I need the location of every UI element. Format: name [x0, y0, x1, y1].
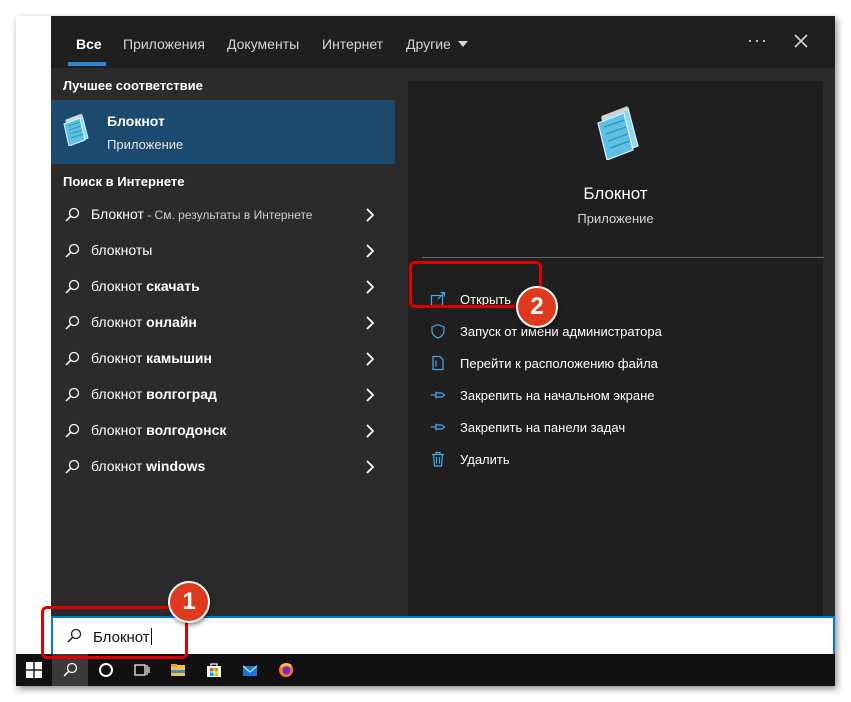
tab-more[interactable]: Другие	[406, 34, 468, 54]
chevron-down-icon	[457, 41, 468, 47]
search-panel: Все Приложения Документы Интернет Другие…	[51, 16, 835, 616]
notepad-icon	[63, 113, 89, 146]
web-suggestion-item[interactable]: блокнот windows	[51, 449, 395, 485]
search-icon	[65, 279, 80, 294]
chevron-right-icon[interactable]	[365, 208, 375, 222]
suggestion-completion: онлайн	[146, 314, 197, 330]
chevron-right-icon[interactable]	[365, 424, 375, 438]
action-pin-to-taskbar-label: Закрепить на панели задач	[460, 420, 626, 435]
annotation-highlight-search	[41, 606, 188, 659]
annotation-badge: 2	[516, 286, 558, 328]
active-tab-indicator	[68, 62, 106, 66]
task-view-icon	[134, 664, 150, 676]
store-icon	[207, 663, 221, 677]
divider	[422, 257, 824, 258]
suggestion-query: блокнот	[91, 278, 147, 294]
chevron-right-icon[interactable]	[365, 280, 375, 294]
tab-apps[interactable]: Приложения	[123, 34, 205, 54]
suggestion-query: блокноты	[91, 242, 153, 258]
chevron-right-icon[interactable]	[365, 352, 375, 366]
tab-all[interactable]: Все	[76, 34, 102, 54]
chevron-right-icon[interactable]	[365, 460, 375, 474]
trash-icon	[432, 451, 444, 467]
search-icon	[65, 351, 80, 366]
best-match-name: Блокнот	[107, 113, 165, 129]
suggestion-query: блокнот	[91, 422, 147, 438]
suggestion-completion: windows	[146, 458, 206, 474]
web-search-heading: Поиск в Интернете	[63, 174, 185, 189]
web-suggestion-text: блокноты	[91, 242, 152, 258]
close-icon[interactable]	[793, 33, 809, 49]
start-menu-search-window: Все Приложения Документы Интернет Другие…	[16, 16, 835, 686]
store-button[interactable]	[196, 654, 232, 686]
web-suggestion-item[interactable]: блокнот волгодонск	[51, 413, 395, 449]
web-suggestion-text: блокнот онлайн	[91, 314, 197, 330]
web-suggestion-text: блокнот волгодонск	[91, 422, 226, 438]
web-suggestion-text: блокнот камышин	[91, 350, 212, 366]
tab-web[interactable]: Интернет	[322, 34, 383, 54]
web-suggestion-item[interactable]: блокнот скачать	[51, 269, 395, 305]
tab-documents[interactable]: Документы	[227, 34, 299, 54]
action-uninstall-label: Удалить	[460, 452, 510, 467]
suggestion-query: блокнот	[91, 314, 147, 330]
suggestion-query: Блокнот	[91, 206, 144, 222]
action-pin-to-start-label: Закрепить на начальном экране	[460, 388, 655, 403]
suggestion-query: блокнот	[91, 350, 147, 366]
results-list: Лучшее соответствие Блокнот Приложение П…	[51, 68, 395, 616]
web-suggestion-item[interactable]: блокноты	[51, 233, 395, 269]
search-tabs: Все Приложения Документы Интернет Другие…	[51, 16, 835, 68]
pin-icon	[431, 391, 446, 399]
chevron-right-icon[interactable]	[365, 316, 375, 330]
file-location-icon	[432, 355, 444, 371]
suggestion-note: - См. результаты в Интернете	[143, 208, 313, 222]
web-suggestion-item[interactable]: блокнот камышин	[51, 341, 395, 377]
web-suggestion-item[interactable]: блокнот онлайн	[51, 305, 395, 341]
suggestion-completion: камышин	[146, 350, 212, 366]
windows-start-icon	[26, 662, 42, 678]
search-icon	[65, 459, 80, 474]
action-run-as-admin-label: Запуск от имени администратора	[460, 324, 662, 339]
search-icon	[65, 315, 80, 330]
notepad-icon	[597, 106, 639, 160]
search-icon	[65, 387, 80, 402]
more-options-button[interactable]: ···	[747, 30, 768, 51]
search-icon	[65, 243, 80, 258]
action-open-file-location-label: Перейти к расположению файла	[460, 356, 658, 371]
annotation-badge: 1	[168, 581, 210, 623]
shield-icon	[431, 323, 445, 339]
chevron-right-icon[interactable]	[365, 244, 375, 258]
best-match-item[interactable]: Блокнот Приложение	[51, 100, 395, 164]
chevron-right-icon[interactable]	[365, 388, 375, 402]
web-suggestion-item[interactable]: Блокнот - См. результаты в Интернете	[51, 197, 395, 233]
best-match-type: Приложение	[107, 137, 184, 152]
app-title: Блокнот	[583, 184, 648, 203]
mail-icon	[242, 665, 258, 676]
firefox-button[interactable]	[268, 654, 304, 686]
cortana-icon	[99, 663, 113, 677]
app-details-pane: Блокнот Приложение Открыть Запуск от име…	[408, 81, 824, 616]
web-suggestion-item[interactable]: блокнот волгоград	[51, 377, 395, 413]
firefox-icon	[279, 663, 293, 677]
search-icon	[65, 423, 80, 438]
mail-button[interactable]	[232, 654, 268, 686]
tab-more-label: Другие	[406, 36, 451, 52]
app-type: Приложение	[577, 211, 654, 226]
left-strip	[16, 16, 51, 670]
suggestion-completion: волгодонск	[146, 422, 227, 438]
suggestion-completion: волгоград	[146, 386, 217, 402]
suggestion-query: блокнот	[91, 386, 147, 402]
search-icon	[63, 662, 78, 677]
search-icon	[65, 207, 80, 222]
suggestion-query: блокнот	[91, 458, 147, 474]
best-match-heading: Лучшее соответствие	[63, 78, 203, 93]
pin-icon	[431, 423, 446, 431]
web-suggestion-text: блокнот скачать	[91, 278, 200, 294]
web-suggestion-text: Блокнот - См. результаты в Интернете	[91, 206, 312, 222]
suggestion-completion: скачать	[146, 278, 200, 294]
web-suggestion-text: блокнот волгоград	[91, 386, 217, 402]
file-explorer-icon	[171, 664, 185, 676]
web-suggestion-text: блокнот windows	[91, 458, 205, 474]
